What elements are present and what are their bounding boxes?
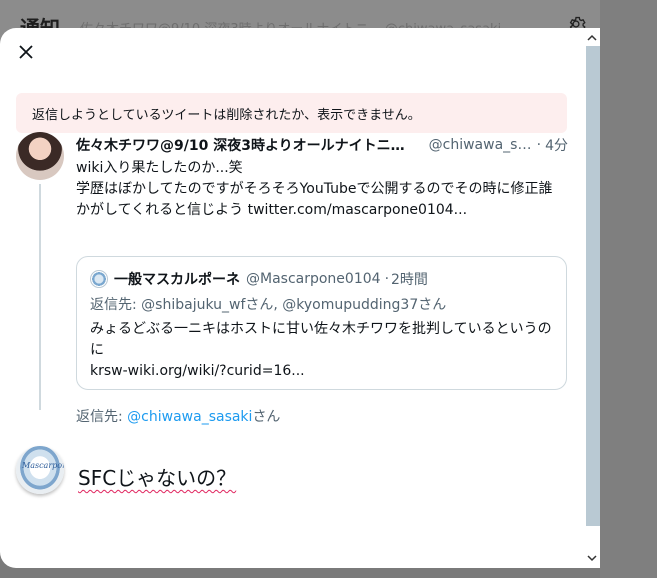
close-button[interactable]: [12, 40, 40, 68]
replying-to: 返信先: @chiwawa_sasakiさん: [76, 406, 280, 426]
reply-compose-input[interactable]: SFCじゃないの？: [78, 462, 236, 491]
quote-replying-to: 返信先: @shibajuku_wfさん, @kyomupudding37さん: [90, 297, 447, 313]
quote-author-handle: @Mascarpone0104: [246, 271, 381, 287]
tweet-text-line: 学歴はぼかしてたのですがそろそろYouTubeで公開するのでその時に修正誰: [76, 181, 553, 197]
quote-text-line: みょるどぶる一ニキはホストに甘い佐々木チワワを批判しているというの: [90, 321, 552, 337]
tweet-text-line: かがしてくれると信じよう twitter.com/mascarpone0104.…: [76, 202, 468, 218]
modal-scrollbar[interactable]: [584, 28, 600, 568]
tweet-header: 佐々木チワワ@9/10 深夜3時よりオールナイトニッ... @chiwawa_s…: [76, 134, 568, 156]
separator-dot: ·: [536, 137, 542, 153]
scroll-down-icon[interactable]: [584, 550, 600, 566]
quote-avatar: [90, 270, 108, 288]
avatar-label: Mascarpone: [22, 461, 64, 470]
quote-header: 一般マスカルポーネ @Mascarpone0104 · 2時間: [90, 269, 428, 289]
author-avatar[interactable]: [16, 132, 64, 180]
replying-to-handle[interactable]: @chiwawa_sasaki: [127, 409, 252, 425]
close-icon: [18, 44, 34, 64]
scroll-thumb[interactable]: [586, 46, 600, 526]
deleted-tweet-alert: 返信しようとしているツイートは削除されたか、表示できません。: [16, 93, 567, 133]
quote-text-line: krsw-wiki.org/wiki/?curid=16...: [90, 363, 305, 379]
quote-text: みょるどぶる一ニキはホストに甘い佐々木チワワを批判しているというの に krsw…: [90, 319, 555, 382]
separator-dot: ·: [384, 271, 390, 287]
user-avatar[interactable]: Mascarpone: [16, 446, 64, 494]
scroll-up-icon[interactable]: [584, 30, 600, 46]
replying-to-prefix: 返信先:: [76, 409, 128, 425]
tweet-text: wiki入り果たしたのか...笑 学歴はぼかしてたのですがそろそろYouTube…: [76, 158, 566, 221]
tweet-text-line: wiki入り果たしたのか...笑: [76, 160, 243, 176]
author-name[interactable]: 佐々木チワワ@9/10 深夜3時よりオールナイトニッ...: [76, 135, 415, 155]
author-handle[interactable]: @chiwawa_sa...: [429, 137, 533, 153]
replying-to-suffix: さん: [252, 409, 281, 425]
quote-text-line: に: [90, 342, 104, 358]
quote-author-name: 一般マスカルポーネ: [114, 272, 240, 288]
tweet-time[interactable]: 4分: [545, 135, 568, 155]
quote-time: 2時間: [391, 272, 428, 288]
quoted-tweet[interactable]: 一般マスカルポーネ @Mascarpone0104 · 2時間 返信先: @sh…: [76, 256, 567, 390]
background-sidebar: [600, 0, 657, 578]
thread-line: [39, 184, 41, 410]
